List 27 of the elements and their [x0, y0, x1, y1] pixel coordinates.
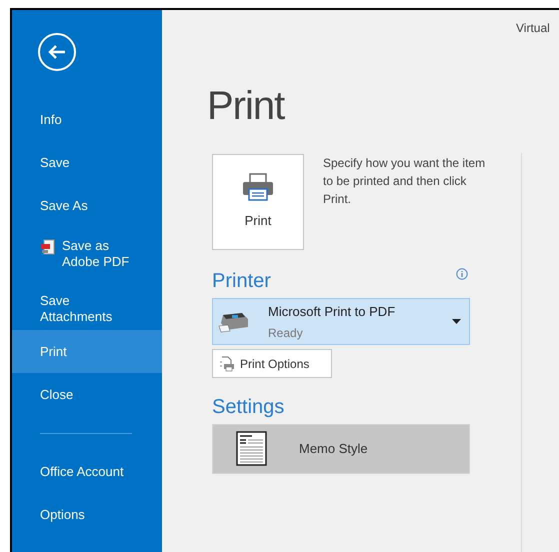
description-text: Specify how you want the item to be printed and then click Print.: [323, 155, 486, 208]
memo-style-option[interactable]: Memo Style: [212, 424, 470, 474]
header-text: Virtual: [516, 20, 550, 37]
back-button[interactable]: [38, 33, 76, 71]
sidebar-item[interactable]: Save Attachments: [12, 287, 162, 330]
sidebar-item[interactable]: Print: [12, 330, 162, 373]
sidebar-item[interactable]: Close: [12, 373, 162, 416]
printer-dropdown[interactable]: Microsoft Print to PDF Ready: [212, 298, 470, 345]
info-icon: [456, 268, 468, 280]
sidebar-item[interactable]: Save As: [12, 184, 162, 227]
print-button[interactable]: Print: [212, 154, 304, 250]
memo-document-icon: [236, 431, 268, 467]
print-options-button[interactable]: Print Options: [212, 349, 332, 378]
sidebar-item[interactable]: Save: [12, 141, 162, 184]
section-heading: Settings: [212, 395, 286, 420]
sidebar-item[interactable]: Save as Adobe PDF: [12, 227, 162, 287]
sidebar-item[interactable]: Options: [12, 493, 162, 536]
back-arrow-icon: [47, 44, 67, 60]
pdf-document-icon: [40, 239, 56, 255]
sidebar-item[interactable]: Info: [12, 98, 162, 141]
sidebar-item[interactable]: Office Account: [12, 450, 162, 493]
print-options-icon: [219, 356, 235, 372]
page-title: Print: [207, 83, 286, 130]
section-heading: Printer: [212, 269, 271, 294]
dropdown-caret-icon: [452, 319, 461, 324]
printer-icon: [242, 173, 274, 202]
printer-icon: [218, 310, 250, 332]
